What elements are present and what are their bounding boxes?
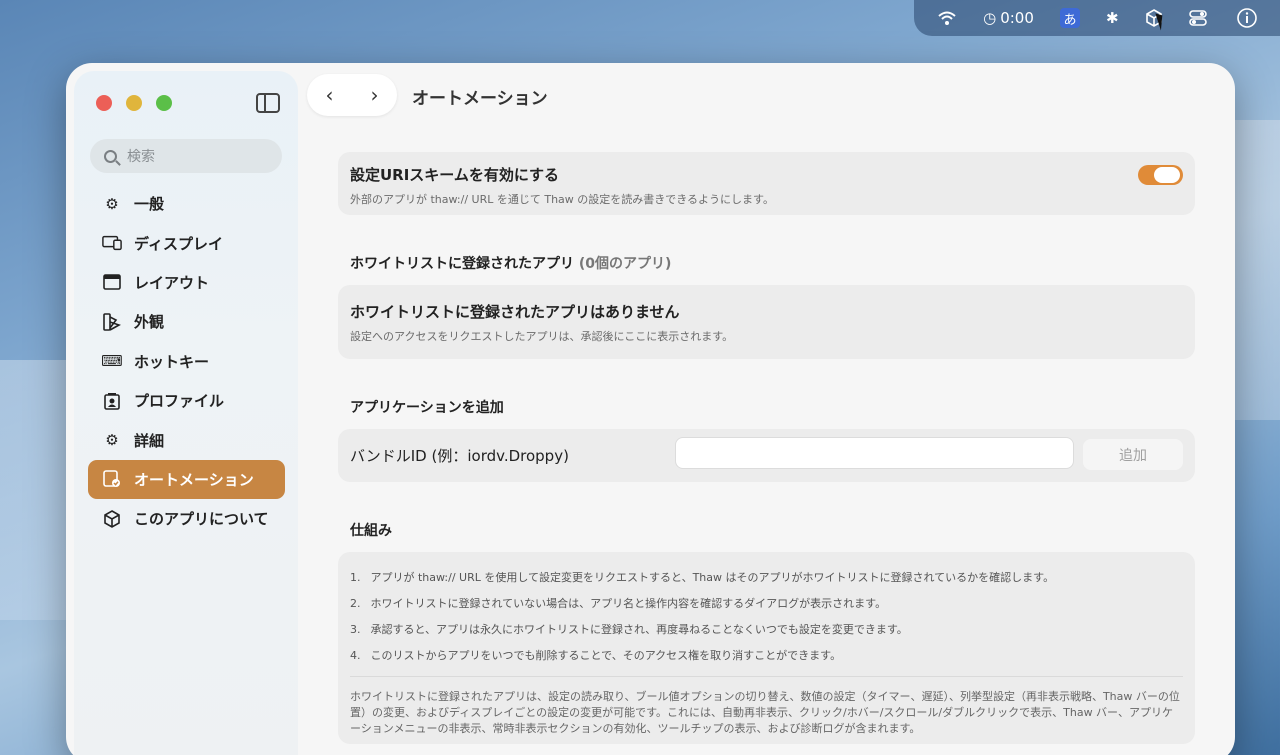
control-center-icon[interactable] xyxy=(1188,5,1211,31)
close-button[interactable] xyxy=(96,95,112,111)
timer-menu[interactable]: ◷ 0:00 xyxy=(983,5,1034,31)
sidebar-item-label: 一般 xyxy=(134,195,165,214)
uri-scheme-title: 設定URIスキームを有効にする xyxy=(350,166,560,184)
window-controls xyxy=(96,95,172,111)
list-item: 4. このリストからアプリをいつでも削除することで、そのアクセス権を取り消すこと… xyxy=(350,642,1183,668)
sidebar-item-label: プロファイル xyxy=(134,392,225,411)
step-text: このリストからアプリをいつでも削除することで、そのアクセス権を取り消すことができ… xyxy=(370,649,842,662)
bundle-id-label: バンドルID (例：iordv.Droppy) xyxy=(350,447,569,465)
sidebar-item-appearance[interactable]: 外観 xyxy=(88,302,285,341)
sidebar-item-label: 外観 xyxy=(134,313,165,332)
desktop-background-fragment xyxy=(1232,120,1280,420)
search-placeholder: 検索 xyxy=(127,149,155,165)
whitelist-empty-description: 設定へのアクセスをリクエストしたアプリは、承認後にここに表示されます。 xyxy=(350,330,734,343)
add-button[interactable]: 追加 xyxy=(1083,439,1183,470)
step-number: 4. xyxy=(350,648,361,662)
layout-icon xyxy=(102,273,122,291)
sidebar-item-advanced[interactable]: ⚙ 詳細 xyxy=(88,420,285,459)
display-icon xyxy=(102,234,122,252)
list-item: 2. ホワイトリストに登録されていない場合は、アプリ名と操作内容を確認するダイア… xyxy=(350,590,1183,616)
sidebar-item-hotkeys[interactable]: ⌨ ホットキー xyxy=(88,342,285,381)
automation-content: 設定URIスキームを有効にする 外部のアプリが thaw:// URL を通じて… xyxy=(338,152,1195,744)
list-item: 3. 承認すると、アプリは永久にホワイトリストに登録され、再度尋ねることなくいつ… xyxy=(350,616,1183,642)
whitelist-heading-text: ホワイトリストに登録されたアプリ xyxy=(350,256,574,272)
sidebar-item-about[interactable]: このアプリについて xyxy=(88,499,285,538)
uri-scheme-toggle[interactable] xyxy=(1138,165,1183,185)
sidebar-nav: ⚙ 一般 ディスプレイ レイアウト 外観 ⌨ ホットキー プロファイル ⚙ 詳細… xyxy=(88,184,285,539)
gear-icon: ⚙ xyxy=(105,194,119,213)
uri-scheme-description: 外部のアプリが thaw:// URL を通じて Thaw の設定を読み書きでき… xyxy=(350,193,774,206)
info-icon[interactable] xyxy=(1237,5,1257,31)
bundle-id-input[interactable] xyxy=(675,437,1074,469)
settings-window: 検索 ⚙ 一般 ディスプレイ レイアウト 外観 ⌨ ホットキー プロファイル ⚙… xyxy=(66,63,1235,755)
wifi-icon[interactable] xyxy=(937,5,957,31)
step-number: 2. xyxy=(350,596,361,610)
divider xyxy=(350,676,1183,677)
whitelist-empty-title: ホワイトリストに登録されたアプリはありません xyxy=(350,303,680,321)
search-icon xyxy=(104,149,117,163)
sidebar-item-profiles[interactable]: プロファイル xyxy=(88,381,285,420)
bluetooth-icon[interactable]: ✱ xyxy=(1106,5,1119,31)
zoom-button[interactable] xyxy=(156,95,172,111)
search-field[interactable]: 検索 xyxy=(90,139,282,173)
steps-list: 1. アプリが thaw:// URL を使用して設定変更をリクエストすると、T… xyxy=(350,564,1183,668)
sidebar-item-general[interactable]: ⚙ 一般 xyxy=(88,184,285,223)
step-text: ホワイトリストに登録されていない場合は、アプリ名と操作内容を確認するダイアログが… xyxy=(370,597,887,610)
sidebar: 検索 ⚙ 一般 ディスプレイ レイアウト 外観 ⌨ ホットキー プロファイル ⚙… xyxy=(74,71,298,755)
step-text: アプリが thaw:// URL を使用して設定変更をリクエストすると、Thaw… xyxy=(370,571,1055,584)
step-text: 承認すると、アプリは永久にホワイトリストに登録され、再度尋ねることなくいつでも設… xyxy=(370,623,908,636)
whitelist-empty-card: ホワイトリストに登録されたアプリはありません 設定へのアクセスをリクエストしたア… xyxy=(338,285,1195,359)
whitelist-count: (0個のアプリ) xyxy=(578,256,672,272)
desktop-background-fragment xyxy=(0,360,66,620)
gears-icon: ⚙ xyxy=(105,431,119,450)
forward-chevron-icon[interactable]: › xyxy=(371,83,379,107)
sidebar-toggle-icon[interactable] xyxy=(256,93,280,113)
uri-scheme-card: 設定URIスキームを有効にする 外部のアプリが thaw:// URL を通じて… xyxy=(338,152,1195,215)
input-method-menu[interactable]: あ xyxy=(1059,5,1080,31)
keyboard-icon: ⌨ xyxy=(101,352,123,371)
how-it-works-card: 1. アプリが thaw:// URL を使用して設定変更をリクエストすると、T… xyxy=(338,552,1195,744)
list-item: 1. アプリが thaw:// URL を使用して設定変更をリクエストすると、T… xyxy=(350,564,1183,590)
sidebar-item-label: レイアウト xyxy=(134,273,210,292)
back-chevron-icon[interactable]: ‹ xyxy=(326,83,334,107)
appearance-icon xyxy=(102,313,122,331)
profile-icon xyxy=(102,392,122,410)
minimize-button[interactable] xyxy=(126,95,142,111)
how-it-works-heading: 仕組み xyxy=(350,523,392,539)
add-app-card: バンドルID (例：iordv.Droppy) 追加 xyxy=(338,429,1195,482)
sidebar-item-label: 詳細 xyxy=(134,431,165,450)
add-app-heading: アプリケーションを追加 xyxy=(350,400,504,416)
sidebar-item-display[interactable]: ディスプレイ xyxy=(88,223,285,262)
step-number: 1. xyxy=(350,570,361,584)
timer-value: 0:00 xyxy=(1000,9,1034,27)
automation-icon xyxy=(102,470,122,488)
whitelist-heading: ホワイトリストに登録されたアプリ (0個のアプリ) xyxy=(338,253,1195,273)
timer-icon: ◷ xyxy=(983,9,997,27)
sidebar-item-label: このアプリについて xyxy=(134,510,269,529)
capabilities-note: ホワイトリストに登録されたアプリは、設定の読み取り、ブール値オプションの切り替え… xyxy=(350,690,1180,735)
input-method-icon: あ xyxy=(1059,8,1080,28)
step-number: 3. xyxy=(350,622,361,636)
sidebar-item-label: ホットキー xyxy=(134,352,210,371)
cube-icon xyxy=(102,509,122,528)
menu-bar: ◷ 0:00 あ ✱ xyxy=(914,0,1280,36)
sidebar-item-automation[interactable]: オートメーション xyxy=(88,459,285,500)
toggle-knob xyxy=(1154,167,1180,183)
sidebar-item-layout[interactable]: レイアウト xyxy=(88,263,285,302)
page-title: オートメーション xyxy=(412,89,548,109)
sidebar-item-label: オートメーション xyxy=(134,470,254,489)
navigation-buttons: ‹ › xyxy=(307,74,397,116)
sidebar-item-label: ディスプレイ xyxy=(134,234,223,253)
